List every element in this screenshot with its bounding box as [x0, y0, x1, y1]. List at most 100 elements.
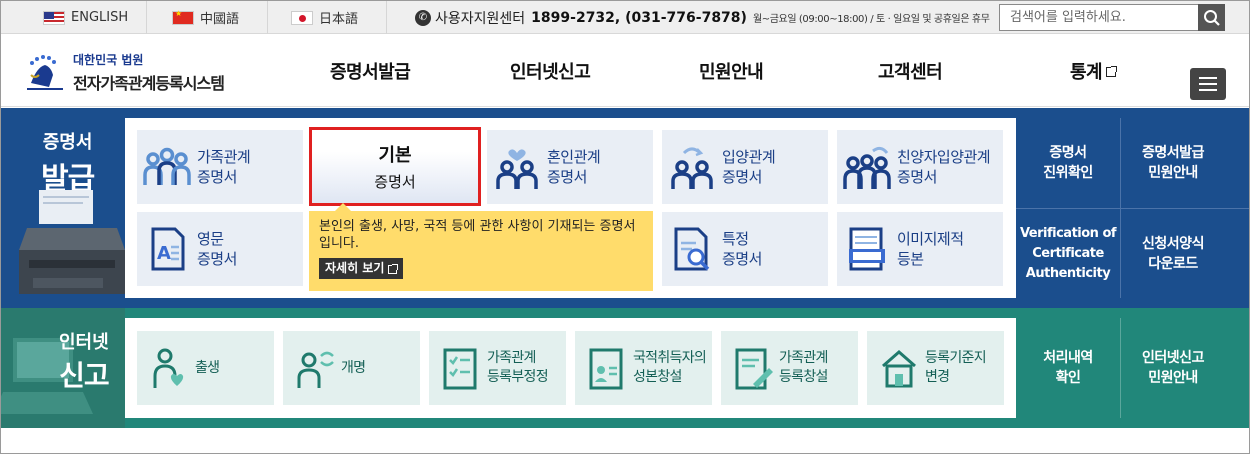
cert-authenticity-link[interactable]: 증명서 진위확인	[1016, 118, 1120, 208]
card-label-line1: 가족관계	[197, 148, 251, 166]
nav-civil-guide[interactable]: 민원안내	[699, 35, 764, 107]
card-label-line2: 증명서	[897, 168, 937, 186]
full-adoption-icon	[843, 146, 891, 189]
register-correction-card[interactable]: 가족관계 등록부정정	[429, 331, 566, 405]
japan-flag-icon	[291, 10, 313, 25]
language-japanese-link[interactable]: 日本語	[291, 1, 358, 34]
link-line1: 신청서양식	[1142, 235, 1204, 252]
certificate-panel: 가족관계 증명서 기본 증명서 혼인관계 증명서 입양관계 증명서 친양자입양관…	[125, 118, 1016, 298]
support-label: 사용자지원센터	[435, 10, 526, 27]
cert-issuance-guide-link[interactable]: 증명서발급 민원안내	[1121, 118, 1225, 208]
link-line1: Verification of	[1019, 225, 1117, 241]
language-english-label: ENGLISH	[71, 10, 129, 25]
magnifier-document-icon	[674, 227, 710, 271]
card-label-line1: 친양자입양관계	[897, 148, 991, 166]
section-title-line1: 증명서	[42, 132, 93, 153]
main-header: 대한민국 법원 전자가족관계등록시스템 증명서발급 인터넷신고 민원안내 고객센…	[1, 35, 1249, 107]
full-adoption-relation-cert-card[interactable]: 친양자입양관계 증명서	[837, 130, 1003, 204]
tooltip-text: 본인의 출생, 사망, 국적 등에 관한 사항이 기재되는 증명서입니다.	[319, 219, 636, 251]
phone-icon: ✆	[415, 9, 431, 26]
link-line3: Authenticity	[1025, 265, 1111, 281]
link-line1: 처리내역	[1043, 350, 1093, 366]
nav-certificates[interactable]: 증명서발급	[330, 35, 411, 107]
card-label-line1: 출생	[195, 359, 220, 376]
link-line1: 증명서발급	[1142, 145, 1204, 161]
nav-online-report[interactable]: 인터넷신고	[510, 35, 591, 107]
card-label-line2: 증명서	[722, 250, 762, 268]
card-label-line1: 국적취득자의	[633, 350, 707, 366]
link-line1: 인터넷신고	[1142, 350, 1204, 366]
card-label-line2: 증명서	[197, 168, 237, 186]
house-icon	[882, 350, 916, 388]
card-label-line1: 등록기준지	[925, 350, 987, 366]
card-label-line2: 증명서	[722, 168, 762, 186]
language-chinese-label: 中國語	[200, 12, 240, 27]
report-panel: 출생 개명 가족관계 등록부정정 국적취득자의 성본창설 가족관계 등록창설 등…	[125, 318, 1016, 418]
card-label-line2: 등록창설	[779, 369, 828, 385]
support-hours: 월~금요일 (09:00~18:00) / 토 · 일요일 및 공휴일은 휴무	[752, 14, 990, 25]
nav-customer-center[interactable]: 고객센터	[878, 35, 943, 107]
language-chinese-link[interactable]: 中國語	[172, 1, 239, 34]
card-label-line2: 등본	[897, 250, 924, 268]
support-numbers: 1899-2732, (031-776-7878)	[531, 9, 747, 26]
register-creation-card[interactable]: 가족관계 등록창설	[721, 331, 858, 405]
divider	[146, 1, 147, 34]
marriage-relation-cert-card[interactable]: 혼인관계 증명서	[487, 130, 653, 204]
card-label-line2: 증명서	[547, 168, 587, 186]
link-line2: 민원안내	[1148, 165, 1198, 181]
family-icon	[143, 147, 191, 185]
link-line2: 확인	[1055, 370, 1081, 386]
image-document-icon	[849, 227, 885, 271]
china-flag-icon	[172, 9, 194, 25]
link-line2: 진위확인	[1043, 165, 1093, 181]
processing-history-link[interactable]: 처리내역 확인	[1016, 318, 1120, 418]
card-label-line1: 기본	[378, 145, 412, 166]
card-label-line2: 등록부정정	[487, 369, 549, 385]
search-button[interactable]	[1198, 4, 1225, 31]
card-label-line1: 가족관계	[487, 350, 536, 366]
section-title: 인터넷 신고	[59, 328, 110, 394]
image-removed-record-card[interactable]: 이미지제적 등본	[837, 212, 1003, 286]
search-input[interactable]	[1000, 5, 1196, 30]
card-label-line2: 증명서	[197, 250, 237, 268]
basic-cert-tooltip: 본인의 출생, 사망, 국적 등에 관한 사항이 기재되는 증명서입니다. 자세…	[309, 203, 653, 291]
site-logo[interactable]: 대한민국 법원 전자가족관계등록시스템	[23, 51, 225, 94]
registry-base-change-card[interactable]: 등록기준지 변경	[867, 331, 1004, 405]
naturalized-surname-card[interactable]: 국적취득자의 성본창설	[575, 331, 712, 405]
family-relation-cert-card[interactable]: 가족관계 증명서	[137, 130, 303, 204]
specific-cert-card[interactable]: 특정 증명서	[662, 212, 828, 286]
card-label-line1: 특정	[722, 230, 749, 248]
adoption-icon	[671, 147, 713, 189]
nav-statistics[interactable]: 통계	[1070, 35, 1118, 107]
language-english-link[interactable]: ENGLISH	[43, 1, 128, 34]
top-utility-bar: ENGLISH 中國語 日本語 ✆ 사용자지원센터 1899-2732, (03…	[1, 1, 1249, 34]
person-document-icon	[589, 348, 623, 390]
logo-subtitle: 대한민국 법원	[73, 53, 144, 67]
marriage-icon	[496, 149, 538, 189]
svg-text:A: A	[157, 243, 171, 264]
name-change-report-card[interactable]: 개명	[283, 331, 420, 405]
form-download-link[interactable]: 신청서양식 다운로드	[1121, 209, 1225, 298]
adoption-relation-cert-card[interactable]: 입양관계 증명서	[662, 130, 828, 204]
birth-report-card[interactable]: 출생	[137, 331, 274, 405]
baby-icon	[153, 348, 184, 388]
section-title-line2: 신고	[59, 359, 110, 392]
section-title-line1: 인터넷	[59, 332, 109, 353]
basic-cert-card[interactable]: 기본 증명서	[309, 127, 481, 206]
printer-illustration-icon	[19, 190, 125, 294]
card-label-line1: 개명	[341, 359, 366, 376]
link-line2: Certificate	[1032, 245, 1104, 261]
more-info-label: 자세히 보기	[325, 261, 385, 275]
search-icon	[1203, 9, 1220, 26]
online-report-guide-link[interactable]: 인터넷신고 민원안내	[1121, 318, 1225, 418]
online-report-section: 인터넷 신고 출생 개명 가족관계 등록부정정 국적취득자의 성본창설 가족관계…	[1, 308, 1249, 428]
link-line2: 다운로드	[1148, 255, 1198, 272]
more-info-button[interactable]: 자세히 보기	[319, 258, 404, 279]
card-label-line1: 혼인관계	[547, 148, 601, 166]
court-emblem-icon	[27, 54, 63, 90]
us-flag-icon	[43, 10, 65, 25]
verification-of-certificate-link[interactable]: Verification of Certificate Authenticity	[1016, 209, 1120, 298]
english-cert-card[interactable]: A 영문 증명서	[137, 212, 303, 286]
checklist-document-icon	[443, 348, 477, 390]
hamburger-menu-button[interactable]	[1190, 68, 1226, 100]
